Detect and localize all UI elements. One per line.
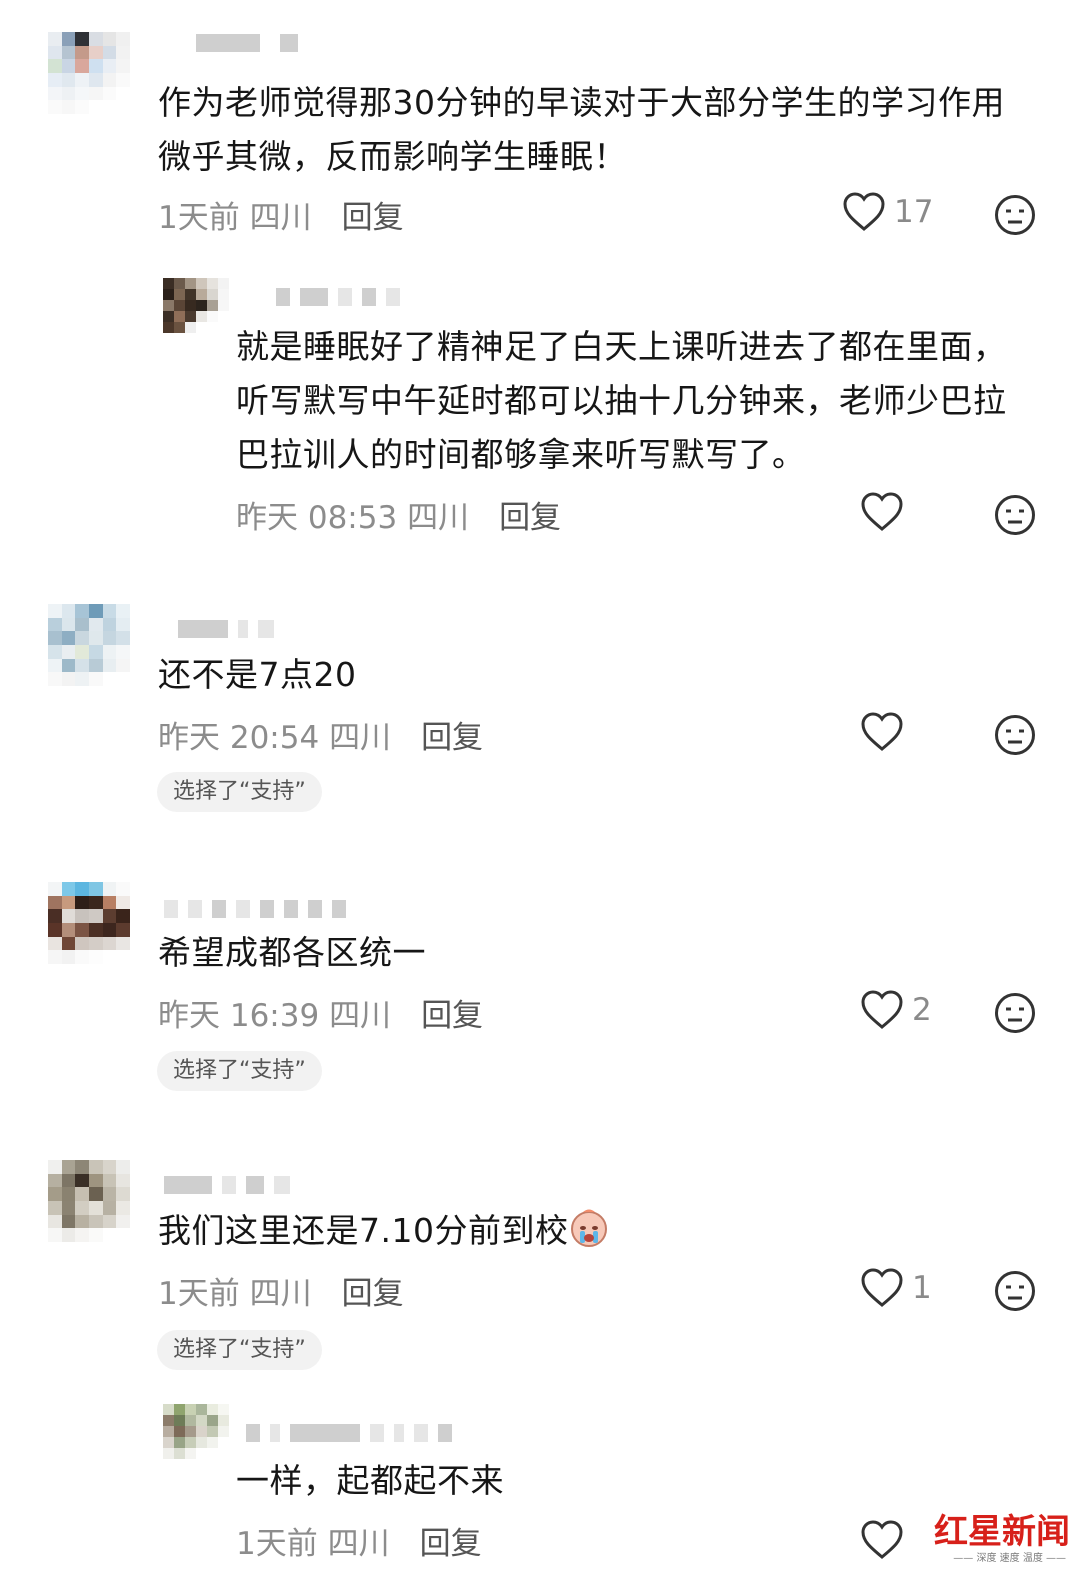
- comment-time: 1天前 四川: [236, 1526, 390, 1562]
- like-button[interactable]: [860, 712, 912, 752]
- reply-button[interactable]: 回复: [421, 990, 483, 1035]
- comment-time: 昨天 08:53 四川: [236, 500, 470, 536]
- comment-text: 还不是7点20: [158, 655, 357, 694]
- heart-icon: [843, 192, 885, 231]
- like-button[interactable]: 1: [860, 1268, 932, 1308]
- comment-time: 昨天 16:39 四川: [158, 998, 392, 1034]
- comment-text: 就是睡眠好了精神足了白天上课听进去了都在里面， 听写默写中午延时都可以抽十几分钟…: [236, 327, 1007, 474]
- comment-meta: 昨天 16:39 四川 回复: [158, 990, 483, 1035]
- avatar[interactable]: [48, 1160, 130, 1242]
- like-button[interactable]: 2: [860, 990, 932, 1030]
- username-redacted[interactable]: [276, 286, 400, 308]
- comment-item: 还不是7点20 昨天 20:54 四川 回复 选择了“支持”: [0, 590, 1080, 840]
- comment-meta: 昨天 20:54 四川 回复: [158, 712, 483, 757]
- avatar[interactable]: [163, 1404, 229, 1470]
- dislike-face-icon[interactable]: [994, 194, 1036, 236]
- like-count: 1: [912, 1270, 932, 1306]
- comment-text: 我们这里还是7.10分前到校: [158, 1204, 1018, 1258]
- reply-button[interactable]: 回复: [420, 1518, 482, 1563]
- like-count: 17: [894, 194, 934, 230]
- vote-choice-chip: 选择了“支持”: [157, 1051, 322, 1091]
- like-button[interactable]: 17: [842, 192, 933, 232]
- comment-text: 一样，起都起不来: [236, 1461, 504, 1500]
- username-redacted[interactable]: [246, 1422, 452, 1444]
- reply-button[interactable]: 回复: [342, 1268, 404, 1313]
- vote-choice-chip: 选择了“支持”: [157, 1330, 322, 1370]
- comment-item: 作为老师觉得那30分钟的早读对于大部分学生的学习作用 微乎其微，反而影响学生睡眠…: [0, 0, 1080, 260]
- heart-icon: [861, 1520, 903, 1559]
- reply-button[interactable]: 回复: [421, 712, 483, 757]
- like-button[interactable]: [860, 492, 912, 532]
- comment-text: 作为老师觉得那30分钟的早读对于大部分学生的学习作用 微乎其微，反而影响学生睡眠…: [158, 83, 1005, 176]
- username-redacted[interactable]: [178, 618, 274, 640]
- comment-time: 1天前 四川: [158, 1276, 312, 1312]
- avatar[interactable]: [48, 604, 130, 686]
- watermark-logo-text: 红星新闻: [934, 1512, 1070, 1552]
- comment-meta: 昨天 08:53 四川 回复: [236, 492, 561, 537]
- avatar[interactable]: [48, 882, 130, 964]
- news-watermark-logo: 红星新闻 —— 深度 速度 温度 ——: [934, 1504, 1070, 1564]
- heart-icon: [861, 990, 903, 1029]
- username-redacted[interactable]: [164, 1174, 290, 1196]
- username-redacted[interactable]: [164, 898, 346, 920]
- comment-item: 希望成都各区统一 昨天 16:39 四川 回复 2 选择了“支持”: [0, 868, 1080, 1118]
- like-button[interactable]: [860, 1520, 912, 1560]
- comment-meta: 1天前 四川 回复: [236, 1518, 482, 1563]
- dislike-face-icon[interactable]: [994, 1270, 1036, 1312]
- username-redacted[interactable]: [196, 32, 298, 54]
- avatar[interactable]: [163, 278, 229, 344]
- reply-button[interactable]: 回复: [499, 492, 561, 537]
- dislike-face-icon[interactable]: [994, 992, 1036, 1034]
- comment-time: 1天前 四川: [158, 200, 312, 236]
- watermark-slogan: —— 深度 速度 温度 ——: [953, 1553, 1066, 1564]
- comment-meta: 1天前 四川 回复: [158, 1268, 404, 1313]
- comment-meta: 1天前 四川 回复: [158, 192, 404, 237]
- reply-comment-item: 一样，起都起不来 1天前 四川 回复: [0, 1396, 1080, 1572]
- dislike-face-icon[interactable]: [994, 714, 1036, 756]
- heart-icon: [861, 1268, 903, 1307]
- avatar[interactable]: [48, 32, 130, 114]
- heart-icon: [861, 492, 903, 531]
- vote-choice-chip: 选择了“支持”: [157, 772, 322, 812]
- like-count: 2: [912, 992, 932, 1028]
- comment-text: 希望成都各区统一: [158, 933, 426, 972]
- heart-icon: [861, 712, 903, 751]
- reply-comment-item: 就是睡眠好了精神足了白天上课听进去了都在里面， 听写默写中午延时都可以抽十几分钟…: [0, 260, 1080, 560]
- dislike-face-icon[interactable]: [994, 494, 1036, 536]
- reply-button[interactable]: 回复: [342, 192, 404, 237]
- comment-item: 我们这里还是7.10分前到校 1天前 四川 回复 1 选择了“支持”: [0, 1146, 1080, 1396]
- comment-time: 昨天 20:54 四川: [158, 720, 392, 756]
- crying-face-emoji-icon: [571, 1209, 608, 1247]
